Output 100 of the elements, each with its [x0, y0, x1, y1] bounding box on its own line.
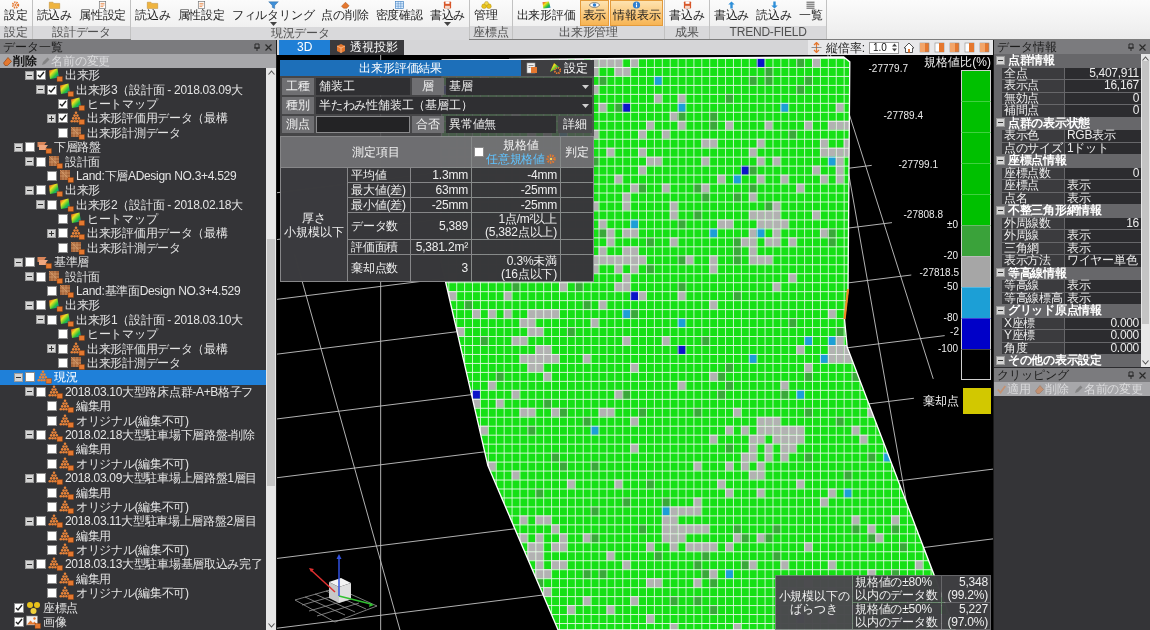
checkbox[interactable] [36, 156, 46, 167]
settings-button[interactable]: 設定 [543, 60, 594, 76]
checkbox[interactable] [36, 386, 46, 397]
scrollbar[interactable] [266, 68, 276, 630]
tree-item[interactable]: 編集用 [0, 571, 266, 587]
checkbox[interactable] [14, 602, 24, 613]
ribbon-button[interactable]: 密度確認 [372, 0, 426, 27]
checkbox[interactable] [58, 98, 68, 109]
tree-item[interactable]: 出来形3（設計面 - 2018.03.09大 [0, 82, 266, 97]
minus-icon[interactable] [25, 300, 34, 310]
view-tab[interactable]: 3D [279, 40, 331, 55]
minus-icon[interactable] [996, 205, 1005, 215]
checkbox[interactable] [58, 214, 68, 225]
checkbox[interactable] [47, 170, 57, 181]
minus-icon[interactable] [25, 430, 34, 440]
scroll-thumb[interactable] [1141, 61, 1150, 325]
tree-item[interactable]: 出来形 [0, 183, 266, 198]
checkbox[interactable] [25, 257, 35, 268]
checkbox[interactable] [47, 199, 57, 210]
plus-icon[interactable] [47, 344, 56, 354]
tree-item[interactable]: 設計面 [0, 269, 266, 284]
minus-icon[interactable] [25, 70, 34, 80]
section-header[interactable]: 点群の表示状態 [994, 116, 1141, 129]
minus-icon[interactable] [25, 185, 34, 195]
tree-item[interactable]: 2018.02.18大型駐車場下層路盤-削除 [0, 427, 266, 443]
section-header[interactable]: その他の表示設定 [994, 354, 1141, 367]
checkbox[interactable] [47, 84, 57, 95]
minus-icon[interactable] [996, 355, 1005, 365]
ribbon-button[interactable]: 表示 [579, 0, 610, 26]
ribbon-button[interactable]: 書込み [426, 0, 469, 27]
checkbox[interactable] [36, 185, 46, 196]
minus-icon[interactable] [25, 387, 34, 397]
minus-icon[interactable] [996, 268, 1005, 278]
close-icon[interactable] [265, 43, 272, 51]
tree-item[interactable]: 編集用 [0, 528, 266, 543]
tree-item[interactable]: 基準層 [0, 255, 266, 270]
ribbon-button[interactable]: 書込み [666, 0, 708, 26]
checkbox[interactable] [58, 113, 68, 124]
checkbox[interactable] [14, 617, 24, 628]
tree-item[interactable]: オリジナル(編集不可) [0, 586, 266, 601]
report-button[interactable] [521, 60, 544, 76]
tree-item[interactable]: ヒートマップ [0, 327, 266, 342]
checkbox[interactable] [47, 588, 57, 599]
minus-icon[interactable] [36, 315, 45, 325]
chevron-up-icon[interactable] [267, 70, 275, 75]
checkbox[interactable] [25, 142, 35, 153]
checkbox[interactable] [47, 545, 57, 556]
tree-item[interactable]: 出来形評価用データ（最構 [0, 226, 266, 241]
chevron-up-icon[interactable] [1142, 56, 1149, 61]
section-header[interactable]: 座標点情報 [994, 154, 1141, 167]
checkbox[interactable] [47, 501, 57, 512]
checkbox[interactable] [36, 473, 46, 484]
section-header[interactable]: 不整三角形網情報 [994, 204, 1141, 217]
plus-icon[interactable] [47, 113, 56, 123]
minus-icon[interactable] [14, 372, 23, 382]
toolbar-button[interactable]: 削除 [3, 54, 37, 68]
checkbox[interactable] [474, 147, 484, 157]
minus-icon[interactable] [25, 516, 34, 526]
tree-item[interactable]: 出来形評価用データ（最構 [0, 341, 266, 356]
checkbox[interactable] [58, 228, 68, 239]
ribbon-button[interactable]: 読込み [132, 0, 174, 27]
ribbon-button[interactable]: 一覧 [795, 0, 826, 26]
tree-item[interactable]: 2018.03.11大型駐車場上層路盤2層目 [0, 514, 266, 529]
checkbox[interactable] [36, 70, 46, 81]
tree-item[interactable]: ヒートマップ [0, 96, 266, 112]
minus-icon[interactable] [996, 305, 1005, 315]
minus-icon[interactable] [25, 473, 34, 483]
minus-icon[interactable] [996, 118, 1005, 128]
ribbon-button[interactable]: 読込み [33, 0, 75, 26]
minus-icon[interactable] [996, 55, 1005, 65]
ribbon-button[interactable]: 書込み [710, 0, 753, 26]
viewport-3d[interactable] [277, 55, 993, 630]
tree-item[interactable]: 設計面 [0, 154, 266, 169]
tree-item[interactable]: 画像 [0, 614, 266, 630]
scale-field[interactable]: 1.0 [869, 41, 899, 54]
ribbon-button[interactable]: 属性設定 [76, 0, 130, 26]
ribbon-button[interactable]: 出来形評価 [513, 0, 579, 26]
split-square-icon[interactable] [964, 42, 975, 53]
tree-item[interactable]: 2018.03.13大型駐車場基層取込み完了 [0, 557, 266, 572]
section-header[interactable]: 等高線情報 [994, 266, 1141, 279]
tree-item[interactable]: 下層路盤 [0, 139, 266, 155]
close-icon[interactable] [1139, 371, 1146, 379]
checkbox[interactable] [47, 286, 57, 297]
checkbox[interactable] [58, 329, 68, 340]
plus-icon[interactable] [47, 229, 56, 238]
tree-item[interactable]: 出来形計測データ [0, 240, 266, 256]
checkbox[interactable] [47, 415, 57, 426]
tree-item[interactable]: 編集用 [0, 399, 266, 414]
checkbox[interactable] [47, 487, 57, 498]
gear-icon[interactable] [546, 154, 556, 164]
minus-icon[interactable] [14, 257, 23, 267]
tree-item[interactable]: オリジナル(編集不可) [0, 456, 266, 471]
tree-item[interactable]: 出来形 [0, 298, 266, 313]
checkbox[interactable] [58, 358, 68, 368]
ribbon-button[interactable]: 属性設定 [174, 0, 228, 27]
minus-icon[interactable] [25, 559, 34, 569]
ribbon-button[interactable]: フィルタリング [228, 0, 318, 27]
checkbox[interactable] [47, 573, 57, 584]
checkbox[interactable] [58, 127, 68, 138]
tree-item[interactable]: 編集用 [0, 485, 266, 500]
